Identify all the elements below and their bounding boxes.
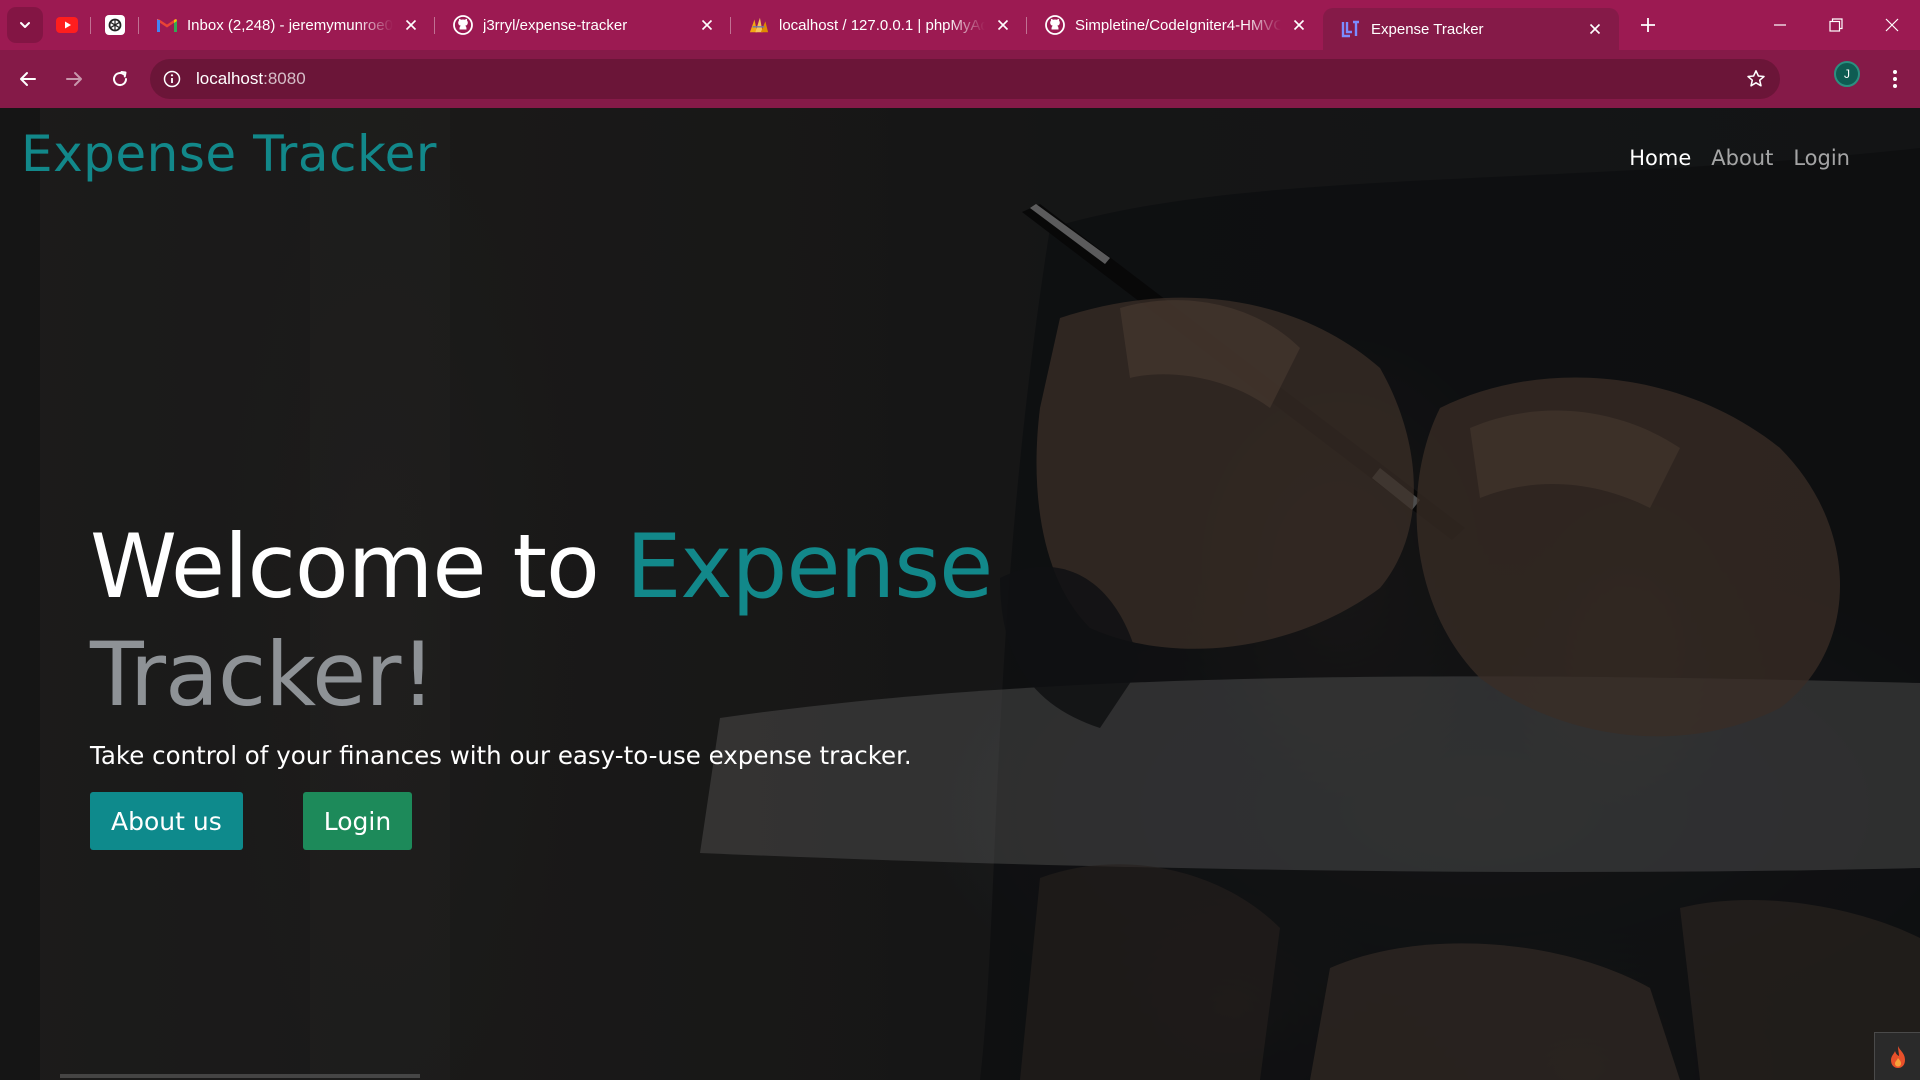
login-button[interactable]: Login <box>302 792 413 850</box>
url-host: localhost <box>196 69 264 88</box>
dev-toolbar-toggle[interactable] <box>1874 1032 1920 1080</box>
github-icon <box>453 15 473 35</box>
tab-github-codeigniter[interactable]: Simpletine/CodeIgniter4-HMVC <box>1027 0 1323 50</box>
tab-expense-tracker[interactable]: Expense Tracker <box>1323 8 1619 50</box>
hero-lead-text: Take control of your finances with our e… <box>90 741 912 770</box>
close-tab-icon[interactable] <box>993 15 1013 35</box>
tab-phpmyadmin[interactable]: localhost / 127.0.0.1 | phpMyAdmin <box>731 0 1027 50</box>
about-us-button[interactable]: About us <box>90 792 243 850</box>
flame-icon <box>1890 1045 1905 1068</box>
youtube-icon <box>56 17 78 33</box>
site-info-icon[interactable] <box>152 59 192 99</box>
horizontal-scrollbar[interactable] <box>60 1074 420 1078</box>
phpmyadmin-icon <box>749 15 769 35</box>
hero-heading: Welcome to Expense Tracker! <box>90 513 1190 729</box>
tab-title: j3rryl/expense-tracker <box>483 16 628 34</box>
tab-search-button[interactable] <box>7 7 43 43</box>
tab-title: Inbox (2,248) - jeremymunroe0 <box>187 16 393 34</box>
hero-expense-text: Expense <box>625 515 993 618</box>
tab-title: localhost / 127.0.0.1 | phpMyAdmin <box>779 16 985 34</box>
new-tab-button[interactable] <box>1625 0 1671 50</box>
nav-links: Home About Login <box>1629 146 1850 170</box>
close-icon <box>1885 18 1899 32</box>
browser-tabstrip: Inbox (2,248) - jeremymunroe0 j3rryl/exp… <box>0 0 1920 50</box>
tab-title: Simpletine/CodeIgniter4-HMVC <box>1075 16 1281 34</box>
reload-button[interactable] <box>100 59 140 99</box>
browser-toolbar: localhost:8080 J <box>0 50 1920 108</box>
chevron-down-icon <box>20 22 30 28</box>
tab-github-expense-tracker[interactable]: j3rryl/expense-tracker <box>435 0 731 50</box>
arrow-right-icon <box>66 72 82 86</box>
close-tab-icon[interactable] <box>401 15 421 35</box>
browser-menu-button[interactable] <box>1880 59 1910 99</box>
nav-link-login[interactable]: Login <box>1793 146 1850 170</box>
hero-section: Welcome to Expense Tracker! Take control… <box>90 513 1190 850</box>
tab-title: Expense Tracker <box>1371 20 1484 38</box>
close-tab-icon[interactable] <box>697 15 717 35</box>
profile-avatar[interactable]: J <box>1834 61 1860 87</box>
gmail-icon <box>157 15 177 35</box>
plus-icon <box>1641 18 1655 32</box>
kebab-menu-icon <box>1893 70 1897 88</box>
github-icon <box>1045 15 1065 35</box>
site-brand[interactable]: Expense Tracker <box>21 125 437 183</box>
site-navbar: Expense Tracker Home About Login <box>0 108 1920 208</box>
site-icon <box>1341 19 1361 39</box>
tab-gmail[interactable]: Inbox (2,248) - jeremymunroe0 <box>139 0 435 50</box>
minimize-icon <box>1774 24 1786 26</box>
url-text[interactable]: localhost:8080 <box>196 69 306 89</box>
url-port: :8080 <box>263 69 306 88</box>
reload-icon <box>113 71 128 87</box>
hero-actions: About us Login <box>90 792 1190 850</box>
pinned-tab-chatgpt[interactable] <box>91 0 139 50</box>
close-tab-icon[interactable] <box>1289 15 1309 35</box>
arrow-left-icon <box>20 72 36 86</box>
nav-link-about[interactable]: About <box>1711 146 1773 170</box>
close-tab-icon[interactable] <box>1585 19 1605 39</box>
back-button[interactable] <box>8 59 48 99</box>
close-window-button[interactable] <box>1864 0 1920 50</box>
hero-tracker-text: Tracker! <box>90 623 436 726</box>
page-viewport: Expense Tracker Home About Login Welcome… <box>0 108 1920 1080</box>
pinned-tab-youtube[interactable] <box>43 0 91 50</box>
window-controls <box>1752 0 1920 50</box>
bookmark-star-icon[interactable] <box>1744 67 1768 91</box>
forward-button[interactable] <box>54 59 94 99</box>
hero-welcome-text: Welcome to <box>90 515 626 618</box>
minimize-button[interactable] <box>1752 0 1808 50</box>
restore-icon <box>1829 18 1843 32</box>
chatgpt-icon <box>105 15 125 35</box>
address-bar[interactable]: localhost:8080 <box>150 59 1780 99</box>
restore-button[interactable] <box>1808 0 1864 50</box>
nav-link-home[interactable]: Home <box>1629 146 1691 170</box>
